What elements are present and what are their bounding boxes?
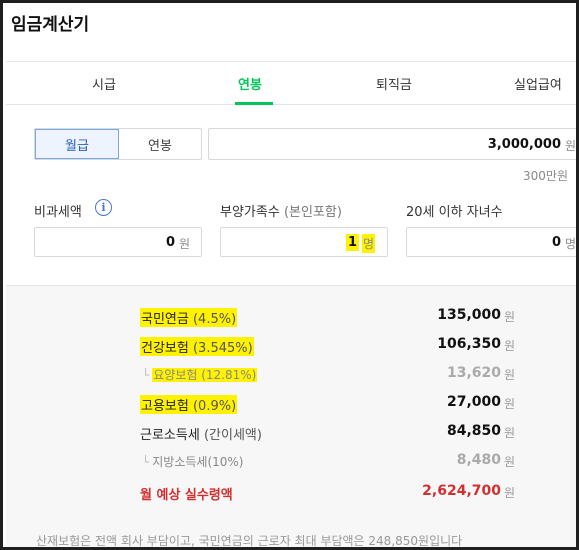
children-value: 0: [551, 235, 561, 250]
footnote: 산재보험은 전액 회사 부담이고, 국민연금의 근로자 최대 부담액은 248,…: [36, 534, 463, 548]
non-taxable-label: 비과세액: [34, 205, 82, 220]
tab-annual[interactable]: 연봉: [238, 74, 262, 93]
net-pay-row: 월 예상 실수령액 2,624,700 원: [6, 480, 576, 506]
net-pay-unit: 원: [503, 486, 515, 500]
dependents-input[interactable]: 1 명: [220, 227, 388, 257]
page-title: 임금계산기: [11, 15, 90, 35]
deduction-row-longterm-care: └ 요양보험 (12.81%) 13,620 원: [6, 362, 576, 388]
net-pay-amount: 2,624,700: [422, 483, 501, 499]
non-taxable-value: 0: [165, 235, 175, 250]
deduction-amount: 106,350: [437, 336, 501, 352]
deduction-unit: 원: [503, 397, 515, 411]
tab-severance[interactable]: 퇴직금: [376, 74, 412, 93]
deduction-name: └ 지방소득세(10%): [142, 455, 244, 469]
deduction-unit: 원: [503, 368, 515, 382]
deduction-unit: 원: [503, 339, 515, 353]
non-taxable-unit: 원: [178, 237, 190, 251]
tab-unemployment[interactable]: 실업급여: [514, 74, 562, 93]
deduction-row-income-tax: 근로소득세 (간이세액) 84,850 원: [6, 420, 576, 446]
tab-hourly[interactable]: 시급: [92, 74, 116, 93]
children-label: 20세 이하 자녀수: [406, 205, 503, 220]
deduction-amount: 13,620: [446, 365, 501, 381]
deduction-row-local-tax: └ 지방소득세(10%) 8,480 원: [6, 449, 576, 475]
deduction-row-employment: 고용보험 (0.9%) 27,000 원: [6, 391, 576, 417]
deduction-name: 고용보험 (0.9%): [140, 395, 238, 414]
salary-value: 3,000,000: [487, 137, 561, 152]
deduction-unit: 원: [503, 426, 515, 440]
deduction-amount: 8,480: [456, 452, 501, 468]
children-unit: 명: [564, 237, 576, 251]
non-taxable-input[interactable]: 0 원: [34, 227, 202, 257]
header: 임금계산기: [6, 6, 576, 62]
tab-bar: 시급 연봉 퇴직금 실업급여: [6, 63, 576, 105]
deduction-name: 건강보험 (3.545%): [140, 337, 254, 356]
deduction-amount: 27,000: [446, 394, 501, 410]
deduction-row-pension: 국민연금 (4.5%) 135,000 원: [6, 304, 576, 330]
salary-hint: 300만원: [523, 169, 568, 183]
dependents-label-sub: (본인포함): [283, 205, 342, 220]
info-icon[interactable]: i: [95, 199, 112, 216]
sub-item-corner-icon: └: [142, 368, 150, 382]
calculator-window: 임금계산기 시급 연봉 퇴직금 실업급여 월급 연봉 3,000,000 원 3…: [0, 0, 579, 550]
children-input[interactable]: 0 명: [406, 227, 576, 257]
deduction-name: 국민연금 (4.5%): [140, 308, 238, 327]
dependents-label-main: 부양가족수: [220, 205, 280, 220]
result-panel: 국민연금 (4.5%) 135,000 원 건강보험 (3.545%) 106,…: [6, 285, 576, 547]
net-pay-label: 월 예상 실수령액: [140, 488, 233, 503]
deduction-name: 근로소득세 (간이세액): [140, 428, 262, 443]
deduction-unit: 원: [503, 310, 515, 324]
salary-input[interactable]: 3,000,000 원: [208, 128, 576, 160]
pay-type-monthly[interactable]: 월급: [35, 129, 119, 159]
salary-unit: 원: [564, 139, 576, 153]
pay-type-annual[interactable]: 연봉: [119, 129, 201, 159]
dependents-unit: 명: [361, 234, 375, 253]
deduction-amount: 135,000: [437, 307, 501, 323]
sub-item-corner-icon: └: [142, 455, 150, 469]
active-tab-indicator: [235, 102, 273, 105]
pay-type-toggle: 월급 연봉: [34, 128, 202, 160]
dependents-label: 부양가족수 (본인포함): [220, 201, 342, 220]
deduction-unit: 원: [503, 455, 515, 469]
dependents-value: 1: [345, 234, 359, 251]
deduction-row-health: 건강보험 (3.545%) 106,350 원: [6, 333, 576, 359]
deduction-amount: 84,850: [446, 423, 501, 439]
deduction-name: └ 요양보험 (12.81%): [142, 368, 258, 382]
